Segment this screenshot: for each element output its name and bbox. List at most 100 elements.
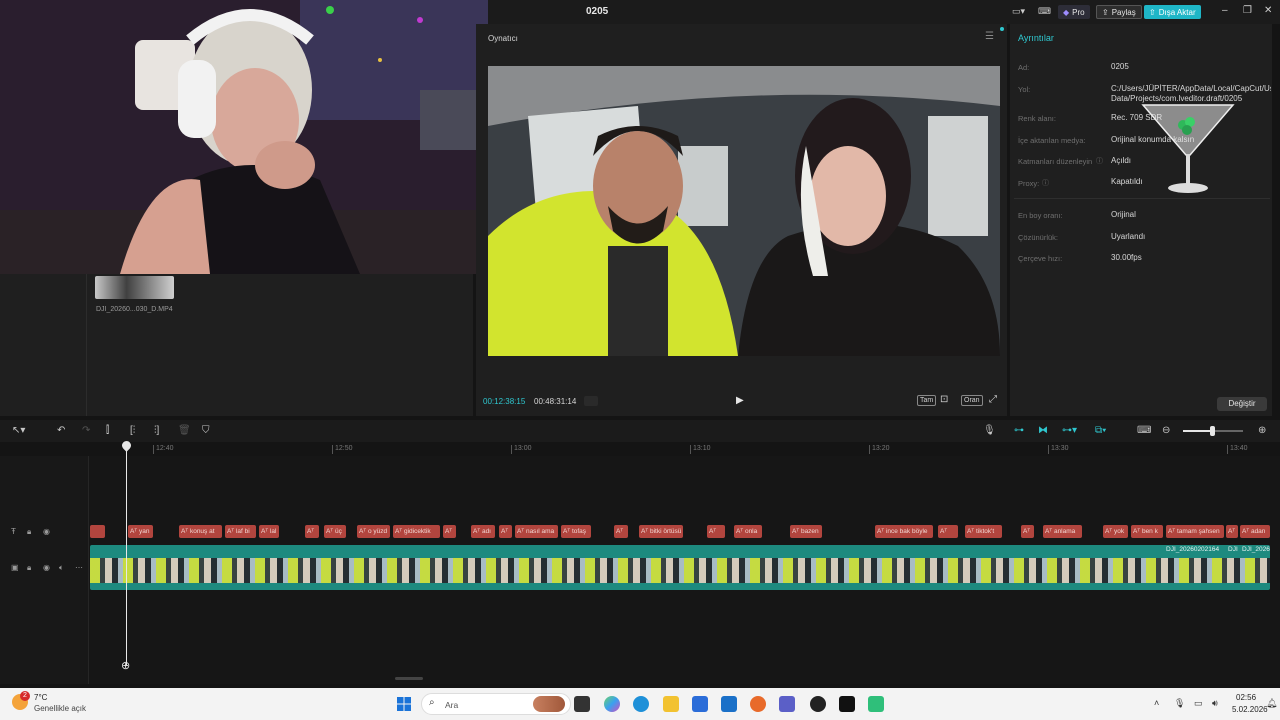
caption-icon[interactable]: ⌨ — [1137, 425, 1151, 436]
shield-icon[interactable]: ⛉ — [202, 425, 210, 436]
obs-icon[interactable] — [810, 696, 826, 712]
zoom-in-icon[interactable]: ⊕ — [1258, 425, 1266, 436]
caption-clip[interactable]: Aᵀ — [614, 525, 628, 538]
clock-time[interactable]: 02:56 — [1236, 693, 1256, 702]
caption-clip[interactable]: Aᵀ üç — [324, 525, 346, 538]
lock-icon[interactable]: 🔒︎ — [27, 527, 31, 537]
undo-icon[interactable]: ↶ — [57, 425, 65, 436]
layout-icon[interactable]: ▭▾ — [1012, 6, 1025, 17]
split-left-icon[interactable]: [⫶ — [130, 425, 135, 436]
change-button[interactable]: Değiştir — [1217, 397, 1267, 411]
linkage-icon[interactable]: ⊶▾ — [1062, 425, 1077, 436]
auto-snap-icon[interactable]: ⧓ — [1038, 425, 1048, 436]
split-icon[interactable]: ⫿ — [106, 425, 109, 436]
caption-clip[interactable]: Aᵀ — [707, 525, 725, 538]
network-icon[interactable]: ▭ — [1194, 698, 1203, 709]
store-icon[interactable] — [692, 696, 708, 712]
caption-clip[interactable]: Aᵀ bitki örtüsü — [639, 525, 683, 538]
menu-icon[interactable]: ☰ — [985, 31, 994, 42]
select-tool-icon[interactable]: ↖▾ — [12, 425, 25, 436]
caption-clip[interactable]: Aᵀ — [305, 525, 319, 538]
caption-clip[interactable] — [90, 525, 105, 538]
shortcut-icon[interactable]: ⌨ — [1038, 6, 1051, 17]
chevron-up-icon[interactable]: ˄ — [1154, 698, 1159, 708]
minimize-icon[interactable]: – — [1222, 5, 1228, 16]
caption-clip[interactable]: Aᵀ adı — [471, 525, 495, 538]
microphone-icon[interactable]: 🎙 — [983, 425, 996, 436]
more-icon[interactable]: ⋯ — [75, 563, 83, 572]
weather-temperature[interactable]: 7°C — [34, 693, 47, 702]
details-title: Ayrıntılar — [1018, 33, 1054, 43]
caption-clip[interactable]: Aᵀ — [1021, 525, 1034, 538]
zoom-slider-handle[interactable] — [1210, 426, 1215, 436]
volume-icon[interactable]: 🔊︎ — [1212, 698, 1218, 709]
caption-clip[interactable]: Aᵀ — [443, 525, 456, 538]
caption-clip[interactable]: Aᵀ gidicektik — [393, 525, 440, 538]
eye-icon[interactable]: ◉ — [43, 563, 50, 572]
caption-clip[interactable]: Aᵀ tofaş — [561, 525, 591, 538]
caption-clip[interactable]: Aᵀ — [499, 525, 512, 538]
fit-icon[interactable]: ⊡ — [940, 394, 948, 405]
caption-clip[interactable]: Aᵀ o yüzd — [357, 525, 390, 538]
caption-clip[interactable]: Aᵀ — [938, 525, 958, 538]
caption-clip[interactable]: Aᵀ anlama — [1043, 525, 1082, 538]
edge-icon[interactable] — [633, 696, 649, 712]
full-button[interactable]: Tam — [917, 395, 937, 406]
redo-icon[interactable]: ↷ — [82, 425, 90, 436]
media-thumbnail[interactable] — [95, 276, 174, 299]
weather-description[interactable]: Genellikle açık — [34, 704, 86, 713]
clock-date[interactable]: 5.02.2026 — [1232, 705, 1268, 714]
share-button[interactable]: ⇪ Paylaş — [1096, 5, 1142, 19]
video-preview[interactable] — [488, 66, 1000, 356]
split-right-icon[interactable]: ⫶] — [154, 425, 159, 436]
caption-clip[interactable]: Aᵀ ince bak böyle — [875, 525, 933, 538]
caption-clip[interactable]: Aᵀ yok — [1103, 525, 1128, 538]
caption-clip[interactable]: Aᵀ tamam şahsen — [1166, 525, 1224, 538]
export-button[interactable]: ⇧ Dışa Aktar — [1144, 5, 1201, 19]
lock-icon[interactable]: 🔒︎ — [27, 563, 31, 573]
caption-clip[interactable]: Aᵀ tiktok't — [965, 525, 1002, 538]
timecode-toggle[interactable] — [584, 396, 598, 406]
audio-icon[interactable]: 🔈︎ — [59, 563, 64, 573]
notification-bell-icon[interactable]: 🔔︎ — [1266, 698, 1277, 709]
task-view-icon[interactable] — [574, 696, 590, 712]
caption-clip[interactable]: Aᵀ yan — [128, 525, 153, 538]
file-explorer-icon[interactable] — [663, 696, 679, 712]
eye-icon[interactable]: ◉ — [43, 527, 50, 536]
delete-icon[interactable]: 🗑 — [178, 425, 191, 436]
outlook-icon[interactable] — [721, 696, 737, 712]
media-filename: DJI_20260...030_D.MP4 — [96, 306, 173, 313]
fullscreen-icon[interactable]: ⤢ — [989, 394, 997, 405]
teams-icon[interactable] — [779, 696, 795, 712]
ratio-button[interactable]: Oran — [961, 395, 983, 406]
caption-clip[interactable]: Aᵀ onla — [734, 525, 762, 538]
caption-clip[interactable]: Aᵀ laf bi — [225, 525, 256, 538]
capcut-icon[interactable] — [839, 696, 855, 712]
playhead-handle-icon[interactable]: ⊕ — [121, 659, 130, 672]
info-icon[interactable]: ⓘ — [1096, 156, 1103, 166]
close-icon[interactable]: ✕ — [1264, 5, 1272, 16]
pro-button[interactable]: ◆ Pro — [1058, 5, 1090, 19]
caption-clip[interactable]: Aᵀ bazen — [790, 525, 822, 538]
zoom-out-icon[interactable]: ⊖ — [1162, 425, 1170, 436]
main-track-magnet-icon[interactable]: ⊶ — [1014, 425, 1024, 436]
caption-clip[interactable]: Aᵀ konuş at — [179, 525, 222, 538]
play-icon[interactable]: ▶ — [736, 395, 744, 406]
caption-clip[interactable]: Aᵀ adan — [1240, 525, 1270, 538]
timeline-scrollbar[interactable] — [395, 677, 423, 680]
caption-clip[interactable]: Aᵀ nasıl ama — [515, 525, 558, 538]
timeline-ruler[interactable] — [90, 442, 1280, 456]
caption-clip[interactable]: Aᵀ — [1226, 525, 1238, 538]
copilot-icon[interactable] — [604, 696, 620, 712]
caption-clip[interactable]: Aᵀ lal — [259, 525, 279, 538]
microphone-icon[interactable]: 🎙︎ — [1174, 698, 1185, 709]
notes-icon[interactable] — [868, 696, 884, 712]
restore-icon[interactable]: ❐ — [1243, 5, 1252, 16]
windows-start-icon[interactable] — [397, 697, 411, 711]
playhead[interactable] — [126, 444, 127, 666]
search-highlight-image[interactable] — [533, 696, 565, 712]
firefox-icon[interactable] — [750, 696, 766, 712]
preview-axis-icon[interactable]: ⧉▾ — [1095, 425, 1106, 436]
info-icon[interactable]: ⓘ — [1042, 178, 1049, 188]
caption-clip[interactable]: Aᵀ ben k — [1131, 525, 1163, 538]
